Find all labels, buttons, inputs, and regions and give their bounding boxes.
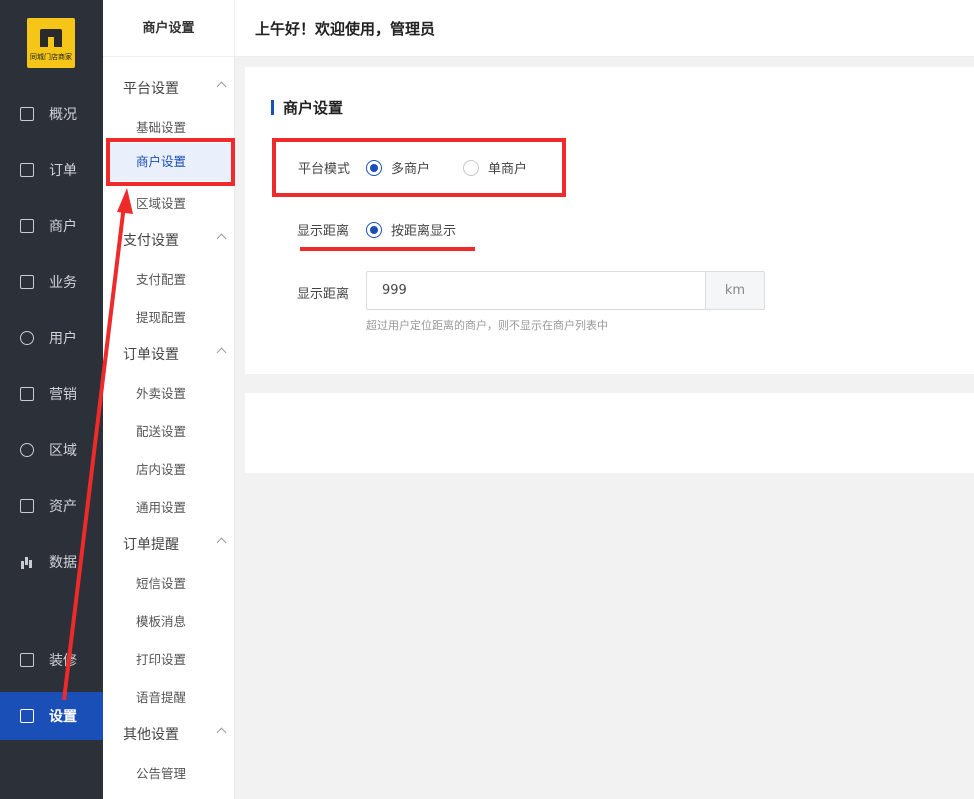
chart-board-icon [20, 107, 34, 121]
user-icon [20, 331, 34, 345]
subnav-item-takeout[interactable]: 外卖设置 [136, 383, 186, 402]
nav-item-decoration[interactable]: 装修 [0, 636, 103, 684]
top-header: 上午好！欢迎使用，管理员 [235, 0, 974, 57]
paint-icon [20, 653, 34, 667]
app-logo[interactable]: 同城门店商家 [27, 18, 75, 68]
group-payment-settings[interactable]: 支付设置 [123, 230, 227, 250]
merchant-settings-card: 商户设置 平台模式 多商户 单商户 显示距离 按距离显示 显示距离 999 km… [245, 67, 974, 374]
database-icon [20, 443, 34, 457]
subnav-item-general[interactable]: 通用设置 [136, 497, 186, 516]
briefcase-icon [20, 275, 34, 289]
main-sidebar: 同城门店商家 概况 订单 商户 业务 用户 营销 区域 资产 数据 装修 设置 [0, 0, 103, 799]
distance-unit: km [705, 271, 765, 310]
annotation-underline [300, 247, 475, 251]
logo-text: 同城门店商家 [30, 53, 72, 61]
greeting-text: 上午好！欢迎使用，管理员 [255, 20, 436, 38]
distance-display-label: 显示距离 [297, 224, 350, 239]
settings-subnav: 商户设置 平台设置 基础设置 商户设置 区域设置 支付设置 支付配置 提现配置 … [103, 0, 235, 799]
section-title: 商户设置 [271, 97, 343, 118]
subnav-title: 商户设置 [103, 0, 234, 57]
subnav-item-basic[interactable]: 基础设置 [136, 117, 186, 136]
group-other-settings[interactable]: 其他设置 [123, 724, 227, 744]
document-list-icon [20, 163, 34, 177]
blank-card [245, 393, 974, 473]
nav-item-marketing[interactable]: 营销 [0, 370, 103, 418]
nav-item-data[interactable]: 数据 [0, 538, 103, 586]
subnav-item-dine-in[interactable]: 店内设置 [136, 459, 186, 478]
distance-input[interactable]: 999 [366, 271, 706, 310]
nav-item-business[interactable]: 业务 [0, 258, 103, 306]
annotation-box-platform-mode [272, 138, 566, 197]
store-icon [20, 219, 34, 233]
nav-item-region[interactable]: 区域 [0, 426, 103, 474]
nav-item-orders[interactable]: 订单 [0, 146, 103, 194]
shopping-bag-icon [20, 387, 34, 401]
chevron-up-icon [216, 233, 227, 244]
subnav-item-payment-config[interactable]: 支付配置 [136, 269, 186, 288]
chevron-up-icon [216, 347, 227, 358]
wallet-icon [20, 499, 34, 513]
subnav-item-region[interactable]: 区域设置 [136, 193, 186, 212]
subnav-item-voice[interactable]: 语音提醒 [136, 687, 186, 706]
nav-item-merchants[interactable]: 商户 [0, 202, 103, 250]
distance-hint: 超过用户定位距离的商户，则不显示在商户列表中 [366, 319, 608, 332]
nav-item-settings[interactable]: 设置 [0, 692, 103, 740]
group-order-settings[interactable]: 订单设置 [123, 344, 227, 364]
option-show-by-distance[interactable]: 按距离显示 [391, 220, 456, 239]
settings-icon [20, 709, 34, 723]
subnav-item-delivery[interactable]: 配送设置 [136, 421, 186, 440]
subnav-item-template-msg[interactable]: 模板消息 [136, 611, 186, 630]
subnav-item-print[interactable]: 打印设置 [136, 649, 186, 668]
bar-chart-icon [20, 555, 34, 569]
nav-item-assets[interactable]: 资产 [0, 482, 103, 530]
group-platform-settings[interactable]: 平台设置 [123, 78, 227, 98]
nav-item-overview[interactable]: 概况 [0, 90, 103, 138]
subnav-item-withdraw-config[interactable]: 提现配置 [136, 307, 186, 326]
nav-item-users[interactable]: 用户 [0, 314, 103, 362]
subnav-item-sms[interactable]: 短信设置 [136, 573, 186, 592]
group-order-reminders[interactable]: 订单提醒 [123, 534, 227, 554]
radio-show-by-distance[interactable] [366, 222, 382, 238]
annotation-box-subnav [106, 138, 235, 186]
distance-value-label: 显示距离 [297, 287, 350, 302]
chevron-up-icon [216, 81, 227, 92]
subnav-item-announcement[interactable]: 公告管理 [136, 763, 186, 782]
store-logo-icon [40, 29, 62, 47]
chevron-up-icon [216, 727, 227, 738]
chevron-up-icon [216, 537, 227, 548]
